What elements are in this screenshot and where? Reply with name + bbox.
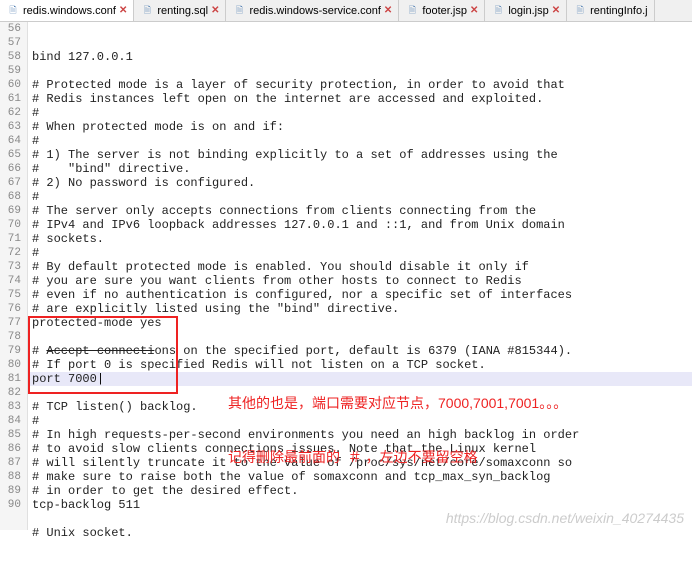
tab-label: login.jsp <box>508 5 548 17</box>
line-number: 85 <box>4 428 21 442</box>
tab-bar: 🗎 redis.windows.conf ✕ 🗎 renting.sql ✕ 🗎… <box>0 0 692 22</box>
code-content[interactable]: bind 127.0.0.1 # Protected mode is a laye… <box>28 22 692 530</box>
line-number: 61 <box>4 92 21 106</box>
tab-label: rentingInfo.j <box>590 5 647 17</box>
file-icon: 🗎 <box>491 4 505 18</box>
code-line[interactable]: # <box>28 190 692 204</box>
code-line[interactable] <box>28 512 692 526</box>
code-line[interactable]: tcp-backlog 511 <box>28 498 692 512</box>
line-number: 76 <box>4 302 21 316</box>
code-line[interactable]: # <box>28 134 692 148</box>
line-number: 56 <box>4 22 21 36</box>
code-line[interactable] <box>28 386 692 400</box>
line-number: 89 <box>4 484 21 498</box>
code-line[interactable] <box>28 64 692 78</box>
line-number: 88 <box>4 470 21 484</box>
tab-footer-jsp[interactable]: 🗎 footer.jsp ✕ <box>399 0 485 21</box>
tab-redis-windows-conf[interactable]: 🗎 redis.windows.conf ✕ <box>0 0 134 21</box>
line-number: 63 <box>4 120 21 134</box>
line-number: 62 <box>4 106 21 120</box>
code-line[interactable]: # to avoid slow clients connections issu… <box>28 442 692 456</box>
code-line[interactable]: # you are sure you want clients from oth… <box>28 274 692 288</box>
code-line[interactable]: # 1) The server is not binding explicitl… <box>28 148 692 162</box>
code-line[interactable]: bind 127.0.0.1 <box>28 50 692 64</box>
line-number: 78 <box>4 330 21 344</box>
line-number: 71 <box>4 232 21 246</box>
file-icon: 🗎 <box>232 4 246 18</box>
file-icon: 🗎 <box>405 4 419 18</box>
code-line[interactable] <box>28 330 692 344</box>
line-number: 59 <box>4 64 21 78</box>
line-number: 82 <box>4 386 21 400</box>
close-icon[interactable]: ✕ <box>552 5 560 16</box>
close-icon[interactable]: ✕ <box>470 5 478 16</box>
file-icon: 🗎 <box>6 4 20 18</box>
line-number: 58 <box>4 50 21 64</box>
code-line[interactable]: # Accept connections on the specified po… <box>28 344 692 358</box>
line-number: 67 <box>4 176 21 190</box>
code-line[interactable]: # will silently truncate it to the value… <box>28 456 692 470</box>
line-number: 66 <box>4 162 21 176</box>
code-line[interactable]: # <box>28 414 692 428</box>
line-number: 69 <box>4 204 21 218</box>
code-line[interactable]: # <box>28 106 692 120</box>
line-number: 60 <box>4 78 21 92</box>
tab-login-jsp[interactable]: 🗎 login.jsp ✕ <box>485 0 567 21</box>
line-number: 70 <box>4 218 21 232</box>
line-number: 86 <box>4 442 21 456</box>
editor-area[interactable]: 5657585960616263646566676869707172737475… <box>0 22 692 530</box>
code-line[interactable]: # "bind" directive. <box>28 162 692 176</box>
line-number: 64 <box>4 134 21 148</box>
code-line[interactable]: # are explicitly listed using the "bind"… <box>28 302 692 316</box>
tab-label: footer.jsp <box>422 5 467 17</box>
code-line[interactable]: port 7000 <box>28 372 692 386</box>
tab-label: redis.windows.conf <box>23 5 116 17</box>
line-number: 72 <box>4 246 21 260</box>
code-line[interactable]: protected-mode yes <box>28 316 692 330</box>
code-line[interactable]: # sockets. <box>28 232 692 246</box>
close-icon[interactable]: ✕ <box>119 5 127 16</box>
line-number: 74 <box>4 274 21 288</box>
code-line[interactable]: # When protected mode is on and if: <box>28 120 692 134</box>
line-number: 87 <box>4 456 21 470</box>
line-number: 77 <box>4 316 21 330</box>
line-number-gutter: 5657585960616263646566676869707172737475… <box>0 22 28 530</box>
code-line[interactable]: # Redis instances left open on the inter… <box>28 92 692 106</box>
tab-renting-sql[interactable]: 🗎 renting.sql ✕ <box>134 0 226 21</box>
code-line[interactable]: # If port 0 is specified Redis will not … <box>28 358 692 372</box>
line-number: 81 <box>4 372 21 386</box>
code-line[interactable]: # <box>28 246 692 260</box>
tab-label: redis.windows-service.conf <box>249 5 380 17</box>
code-line[interactable]: # even if no authentication is configure… <box>28 288 692 302</box>
line-number: 57 <box>4 36 21 50</box>
code-line[interactable]: # 2) No password is configured. <box>28 176 692 190</box>
tab-rentinginfo[interactable]: 🗎 rentingInfo.j <box>567 0 654 21</box>
line-number: 79 <box>4 344 21 358</box>
code-line[interactable]: # make sure to raise both the value of s… <box>28 470 692 484</box>
close-icon[interactable]: ✕ <box>211 5 219 16</box>
line-number: 90 <box>4 498 21 512</box>
file-icon: 🗎 <box>573 4 587 18</box>
line-number: 80 <box>4 358 21 372</box>
line-number: 68 <box>4 190 21 204</box>
code-line[interactable]: # IPv4 and IPv6 loopback addresses 127.0… <box>28 218 692 232</box>
code-line[interactable]: # In high requests-per-second environmen… <box>28 428 692 442</box>
file-icon: 🗎 <box>140 4 154 18</box>
code-line[interactable]: # By default protected mode is enabled. … <box>28 260 692 274</box>
line-number: 75 <box>4 288 21 302</box>
line-number: 84 <box>4 414 21 428</box>
line-number: 65 <box>4 148 21 162</box>
code-line[interactable]: # TCP listen() backlog. <box>28 400 692 414</box>
line-number: 73 <box>4 260 21 274</box>
code-line[interactable]: # in order to get the desired effect. <box>28 484 692 498</box>
close-icon[interactable]: ✕ <box>384 5 392 16</box>
code-line[interactable]: # Unix socket. <box>28 526 692 540</box>
tab-redis-windows-service-conf[interactable]: 🗎 redis.windows-service.conf ✕ <box>226 0 399 21</box>
code-line[interactable]: # Protected mode is a layer of security … <box>28 78 692 92</box>
tab-label: renting.sql <box>157 5 208 17</box>
code-line[interactable]: # The server only accepts connections fr… <box>28 204 692 218</box>
line-number: 83 <box>4 400 21 414</box>
